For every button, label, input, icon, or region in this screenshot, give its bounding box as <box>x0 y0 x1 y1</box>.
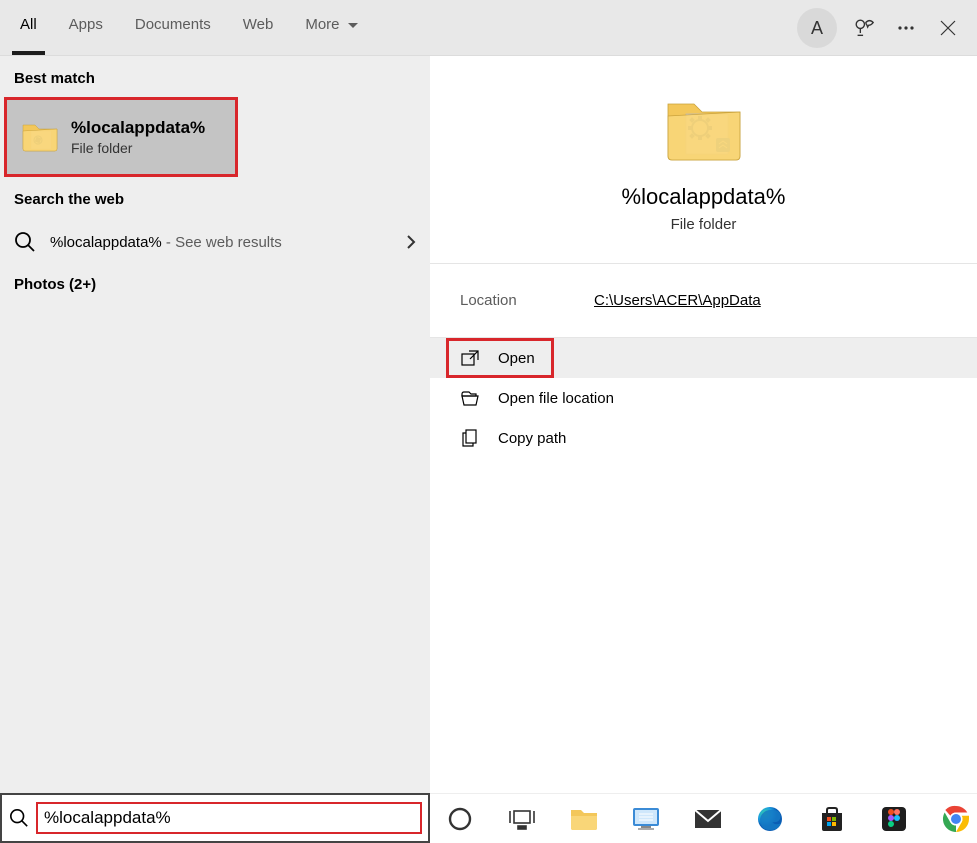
taskbar <box>430 793 977 843</box>
best-match-subtitle: File folder <box>71 140 205 156</box>
search-box[interactable] <box>0 793 430 843</box>
open-icon <box>460 350 480 366</box>
preview-subtitle: File folder <box>671 216 737 233</box>
location-row: Location C:\Users\ACER\AppData <box>430 264 977 338</box>
preview-panel: %localappdata% File folder Location C:\U… <box>430 56 977 793</box>
folder-icon <box>21 121 59 153</box>
search-input-highlight <box>36 802 422 834</box>
close-icon[interactable] <box>933 13 963 43</box>
tab-web[interactable]: Web <box>241 12 276 37</box>
copy-icon <box>460 429 480 447</box>
action-open[interactable]: Open <box>430 338 977 378</box>
edge-icon[interactable] <box>750 799 790 839</box>
avatar[interactable]: A <box>797 8 837 48</box>
photos-heading[interactable]: Photos (2+) <box>0 266 430 303</box>
chevron-right-icon <box>406 234 416 250</box>
search-input[interactable] <box>44 808 414 828</box>
best-match-result[interactable]: %localappdata% File folder <box>4 97 238 177</box>
chevron-down-icon <box>348 23 358 29</box>
location-label: Location <box>460 292 594 309</box>
action-open-label: Open <box>498 350 535 367</box>
actions-list: Open Open file location Copy path <box>430 338 977 458</box>
bottom-bar <box>0 793 977 843</box>
file-explorer-icon[interactable] <box>564 799 604 839</box>
folder-open-icon <box>460 390 480 406</box>
task-view-icon[interactable] <box>502 799 542 839</box>
tab-documents[interactable]: Documents <box>133 12 213 37</box>
best-match-heading: Best match <box>0 56 430 97</box>
location-value[interactable]: C:\Users\ACER\AppData <box>594 292 761 309</box>
search-icon <box>2 808 36 828</box>
results-panel: Best match %localappdata% <box>0 56 430 793</box>
action-open-file-location[interactable]: Open file location <box>430 378 977 418</box>
preview-title: %localappdata% <box>622 184 786 210</box>
cortana-icon[interactable] <box>440 799 480 839</box>
web-result-row[interactable]: %localappdata% - See web results <box>0 218 430 266</box>
action-open-loc-label: Open file location <box>498 390 614 407</box>
search-header: All Apps Documents Web More A <box>0 0 977 56</box>
tab-more-label: More <box>305 16 339 33</box>
chrome-icon[interactable] <box>936 799 976 839</box>
mail-icon[interactable] <box>688 799 728 839</box>
web-result-text: %localappdata% - See web results <box>50 234 282 251</box>
folder-icon <box>664 96 744 166</box>
search-icon <box>14 231 36 253</box>
action-copy-path[interactable]: Copy path <box>430 418 977 458</box>
tab-more[interactable]: More <box>303 12 359 37</box>
tab-apps[interactable]: Apps <box>67 12 105 37</box>
settings-app-icon[interactable] <box>626 799 666 839</box>
search-web-heading: Search the web <box>0 177 430 218</box>
microsoft-store-icon[interactable] <box>812 799 852 839</box>
tab-all[interactable]: All <box>18 12 39 37</box>
feedback-icon[interactable] <box>849 13 879 43</box>
more-icon[interactable] <box>891 13 921 43</box>
figma-icon[interactable] <box>874 799 914 839</box>
action-copy-path-label: Copy path <box>498 430 566 447</box>
best-match-title: %localappdata% <box>71 118 205 138</box>
